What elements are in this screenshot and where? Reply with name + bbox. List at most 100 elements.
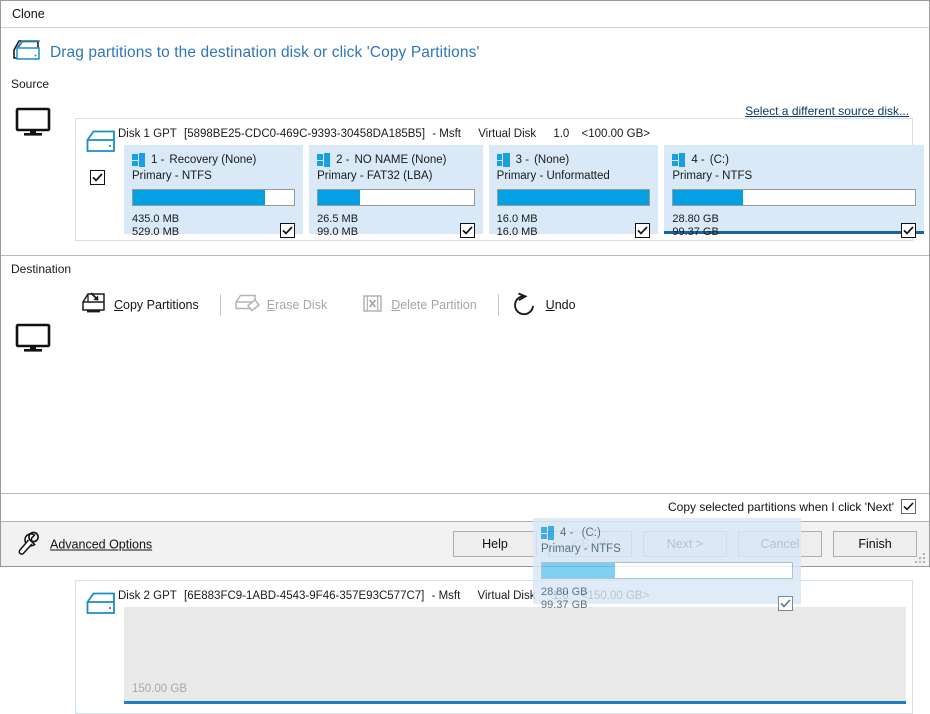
source-disk-panel: Disk 1 GPT [5898BE25-CDC0-469C-9393-3045… <box>75 118 924 241</box>
partition-label: Recovery (None) <box>169 153 257 166</box>
destination-disk-vendor: - Msft <box>431 590 461 602</box>
partition-sizes: 435.0 MB 529.0 MB <box>132 213 179 238</box>
partition-number: 2 - <box>336 153 350 166</box>
partition-used-size: 435.0 MB <box>132 213 180 225</box>
unallocated-space-block[interactable]: 150.00 GB <box>124 607 906 704</box>
unallocated-size-label: 150.00 GB <box>132 683 187 695</box>
partition-usage-bar <box>132 189 296 206</box>
source-disk-checkbox[interactable] <box>90 170 105 185</box>
footer-buttons: Help < Back Next > Cancel Finish <box>453 531 917 557</box>
advanced-options-label: Advanced Options <box>50 537 153 551</box>
partition-label: (None) <box>534 153 570 166</box>
partition-checkbox[interactable] <box>900 223 916 238</box>
partition-footer: 26.5 MB 99.0 MB <box>317 213 475 238</box>
destination-section: Destination Copy Partitions Erase Disk D… <box>1 256 929 714</box>
destination-disk-body[interactable]: 150.00 GB <box>124 607 906 709</box>
partition-label: NO NAME (None) <box>354 153 447 166</box>
undo-rest: ndo <box>554 298 576 312</box>
next-button[interactable]: Next > <box>643 531 727 557</box>
delete-partition-icon <box>362 293 384 317</box>
source-disk-capacity: <100.00 GB> <box>581 128 650 140</box>
source-disk-icon <box>85 129 117 157</box>
wrench-icon <box>15 530 41 559</box>
partition-used-size: 28.80 GB <box>672 213 719 225</box>
erase-disk-button[interactable]: Erase Disk <box>232 290 337 320</box>
source-section: Drag partitions to the destination disk … <box>1 28 929 256</box>
finish-button[interactable]: Finish <box>833 531 917 557</box>
toolbar-separator-1 <box>219 294 221 316</box>
erase-disk-label: Erase Disk <box>267 298 327 312</box>
destination-toolbar: Copy Partitions Erase Disk Delete Partit… <box>79 290 586 320</box>
destination-disk-capacity: <150.00 GB> <box>580 590 650 602</box>
resize-grip[interactable] <box>915 553 926 564</box>
source-disk-name: Disk 1 GPT <box>118 128 177 140</box>
source-partition-list: 1 - Recovery (None) Primary - NTFS 435.0 MB… <box>124 145 924 238</box>
undo-label: Undo <box>546 298 576 312</box>
partition-number: 1 - <box>151 153 165 166</box>
source-disk-title: Disk 1 GPT [5898BE25-CDC0-469C-9393-3045… <box>118 128 650 140</box>
partition-label: (C:) <box>709 153 729 166</box>
delete-partition-button[interactable]: Delete Partition <box>360 290 486 320</box>
partition-checkbox[interactable] <box>635 223 651 238</box>
destination-label: Destination <box>11 262 72 276</box>
windows-flag-icon <box>317 153 331 167</box>
copy-partitions-label: Copy Partitions <box>114 298 199 312</box>
partition-total-size: 529.0 MB <box>132 225 180 238</box>
copy-partitions-accel: C <box>114 298 124 312</box>
copy-on-next-checkbox[interactable] <box>901 499 916 514</box>
partition-sizes: 16.0 MB 16.0 MB <box>497 213 538 238</box>
windows-flag-icon <box>496 153 510 167</box>
partition-sizes: 26.5 MB 99.0 MB <box>317 213 358 238</box>
partition-block[interactable]: 4 - (C:) Primary - NTFS 28.80 GB 99.37 GB <box>664 145 924 238</box>
select-different-source-disk-link[interactable]: Select a different source disk... <box>745 104 909 118</box>
partition-total-size: 16.0 MB <box>496 225 538 238</box>
destination-disk-title: Disk 2 GPT [6E883FC9-1ABD-4543-9F46-357E… <box>118 590 649 602</box>
partition-checkbox[interactable] <box>459 223 475 238</box>
partition-used-size: 26.5 MB <box>317 213 359 225</box>
source-disk-guid: [5898BE25-CDC0-469C-9393-30458DA185B5] <box>184 128 426 140</box>
partition-header: 3 - (None) <box>496 152 651 167</box>
instruction-text: Drag partitions to the destination disk … <box>50 43 480 61</box>
destination-disk-guid: [6E883FC9-1ABD-4543-9F46-357E93C577C7] <box>184 590 425 602</box>
partition-sizes: 28.80 GB 99.37 GB <box>672 213 718 238</box>
source-disk-revision: 1.0 <box>553 128 570 140</box>
help-button[interactable]: Help <box>453 531 537 557</box>
delete-partition-rest: elete Partition <box>400 298 477 312</box>
partition-type: Primary - NTFS <box>672 170 753 182</box>
partition-header: 2 - NO NAME (None) <box>317 152 475 167</box>
partition-usage-bar-fill <box>673 190 744 205</box>
partition-header: 1 - Recovery (None) <box>132 152 295 167</box>
windows-flag-icon <box>132 153 145 167</box>
partition-used-size: 16.0 MB <box>496 213 538 225</box>
partition-block[interactable]: 1 - Recovery (None) Primary - NTFS 435.0 MB… <box>124 145 304 238</box>
source-disk-model: Virtual Disk <box>478 128 537 140</box>
undo-icon <box>512 292 539 319</box>
undo-button[interactable]: Undo <box>510 289 586 322</box>
destination-disk-icon <box>85 591 117 619</box>
partition-block[interactable]: 3 - (None) Primary - Unformatted 16.0 MB 16.… <box>488 145 659 238</box>
destination-disk-panel: Disk 2 GPT [6E883FC9-1ABD-4543-9F46-357E… <box>75 580 913 714</box>
window-titlebar: Clone <box>1 1 929 28</box>
cancel-button[interactable]: Cancel <box>738 531 822 557</box>
partition-total-size: 99.0 MB <box>317 225 359 238</box>
windows-flag-icon <box>672 153 686 167</box>
destination-computer-icon <box>15 323 51 356</box>
toolbar-separator-3 <box>497 294 499 316</box>
option-bar: Copy selected partitions when I click 'N… <box>1 494 929 522</box>
window-title: Clone <box>12 7 45 21</box>
source-computer-icon <box>15 107 51 140</box>
partition-checkbox[interactable] <box>280 223 296 238</box>
source-drive-icon <box>11 38 41 67</box>
advanced-options-link[interactable]: Advanced Options <box>15 530 152 559</box>
partition-type: Primary - Unformatted <box>496 170 610 182</box>
delete-partition-label: Delete Partition <box>391 298 476 312</box>
partition-usage-bar-fill <box>133 190 266 205</box>
copy-on-next-row[interactable]: Copy selected partitions when I click 'N… <box>668 499 916 514</box>
undo-accel: U <box>545 298 555 312</box>
destination-disk-model: Virtual Disk <box>477 590 536 602</box>
partition-usage-bar <box>672 189 916 206</box>
partition-header: 4 - (C:) <box>672 152 916 167</box>
dialog-footer: Advanced Options Help < Back Next > Canc… <box>1 522 929 566</box>
partition-block[interactable]: 2 - NO NAME (None) Primary - FAT32 (LBA) 26… <box>309 145 483 238</box>
copy-partitions-button[interactable]: Copy Partitions <box>79 289 209 321</box>
